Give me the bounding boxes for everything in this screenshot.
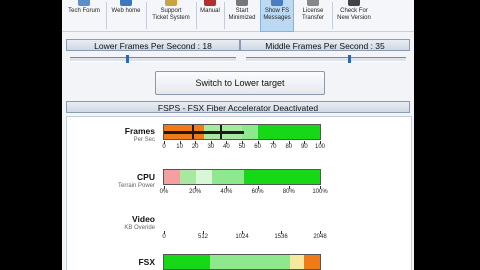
start-minimized-label: Start Minimized [228,8,256,21]
cpu-gauge-bar [163,169,321,185]
frames-tick-label: 20 [191,144,199,150]
toolbar-separator [332,2,333,29]
support-icon [165,0,177,6]
frames-high-segment [258,125,320,139]
toolbar-separator [106,2,107,29]
frames-tick-label: 100 [314,144,326,150]
cpu-segment-4 [212,170,244,184]
lower-fps-slider-thumb[interactable] [126,55,129,63]
frames-tick-label: 60 [254,144,261,150]
update-icon [348,0,360,6]
video-tick-label: 2048 [313,234,327,240]
middle-fps-slider-thumb[interactable] [348,55,351,63]
cpu-gauge-title: CPU [137,172,155,182]
frames-tick-label: 40 [223,144,230,150]
fsx-gauge-title: FSX [138,257,155,267]
frames-tick-label: 70 [269,144,277,150]
video-gauge-title: Video [132,214,155,224]
video-tick-label: 1536 [274,234,288,240]
fsx-segment-3 [290,255,304,269]
video-tick-label: 0 [162,234,166,240]
home-icon [120,0,132,6]
web-home-button[interactable]: Web home [108,0,144,31]
frames-current-indicator [164,131,244,134]
cpu-tick-label: 40% [220,189,233,195]
cpu-segment-2 [180,170,196,184]
frames-tick-label: 90 [301,144,308,150]
fsx-segment-2 [210,255,290,269]
tech-forum-label: Tech Forum [68,8,100,14]
toolbar-separator [196,2,197,29]
cpu-tick-label: 100% [312,189,328,195]
gauges-panel: Frames Per Sec 0 10 20 30 40 50 60 70 80 90 100 CP… [66,116,412,270]
cpu-tick-label: 80% [282,189,295,195]
toolbar: Tech Forum Web home Support Ticket Syste… [62,0,414,32]
app-window: Tech Forum Web home Support Ticket Syste… [62,0,414,270]
cpu-tick-label: 60% [251,189,264,195]
minimize-icon [236,0,248,6]
support-ticket-button[interactable]: Support Ticket System [148,0,194,31]
show-fs-messages-button[interactable]: Show FS Messages [260,0,294,32]
video-tick-label: 512 [197,234,209,240]
support-ticket-label: Support Ticket System [152,8,190,21]
cpu-gauge-subtitle: Terrain Power [117,183,155,189]
middle-fps-header: Middle Frames Per Second : 35 [240,39,410,51]
fsx-gauge-bar [163,254,321,270]
check-new-version-button[interactable]: Check For New Version [334,0,374,31]
cpu-segment-5 [244,170,320,184]
web-home-label: Web home [111,8,141,14]
tech-forum-button[interactable]: Tech Forum [64,0,104,31]
cpu-tick-label: 20% [189,189,202,195]
manual-icon [204,0,216,6]
check-new-version-label: Check For New Version [337,8,371,21]
frames-gauge-subtitle: Per Sec [133,137,155,143]
frames-gauge-title: Frames [124,126,155,136]
fsx-segment-1 [164,255,210,269]
cpu-segment-1 [164,170,180,184]
cpu-segment-3 [196,170,212,184]
license-transfer-button[interactable]: License Transfer [296,0,330,31]
lower-fps-slider[interactable] [70,55,236,63]
switch-target-button[interactable]: Switch to Lower target [155,71,325,95]
frames-tick-label: 50 [238,144,246,150]
video-tick-label: 1024 [235,234,249,240]
middle-fps-slider[interactable] [246,55,406,63]
frames-middle-marker [220,125,222,139]
frames-tick-label: 10 [176,144,183,150]
video-gauge-subtitle: KB Overide [124,225,155,231]
license-icon [307,0,319,6]
frames-tick-label: 0 [162,144,166,150]
manual-button[interactable]: Manual [198,0,222,31]
toolbar-separator [146,2,147,29]
toolbar-separator [224,2,225,29]
frames-lower-marker [192,125,194,139]
messages-icon [271,0,283,6]
fsx-segment-4 [304,255,320,269]
frames-gauge-bar [163,124,321,140]
status-bar: FSPS - FSX Fiber Accelerator Deactivated [66,101,410,113]
frames-tick-label: 80 [285,144,293,150]
forum-icon [78,0,90,6]
show-fs-messages-label: Show FS Messages [263,8,291,21]
license-transfer-label: License Transfer [301,8,325,21]
frames-segment [242,125,258,139]
frames-tick-label: 30 [207,144,215,150]
start-minimized-button[interactable]: Start Minimized [226,0,258,31]
manual-label: Manual [200,8,220,14]
lower-fps-header: Lower Frames Per Second : 18 [66,39,240,51]
cpu-tick-label: 0% [159,189,169,195]
